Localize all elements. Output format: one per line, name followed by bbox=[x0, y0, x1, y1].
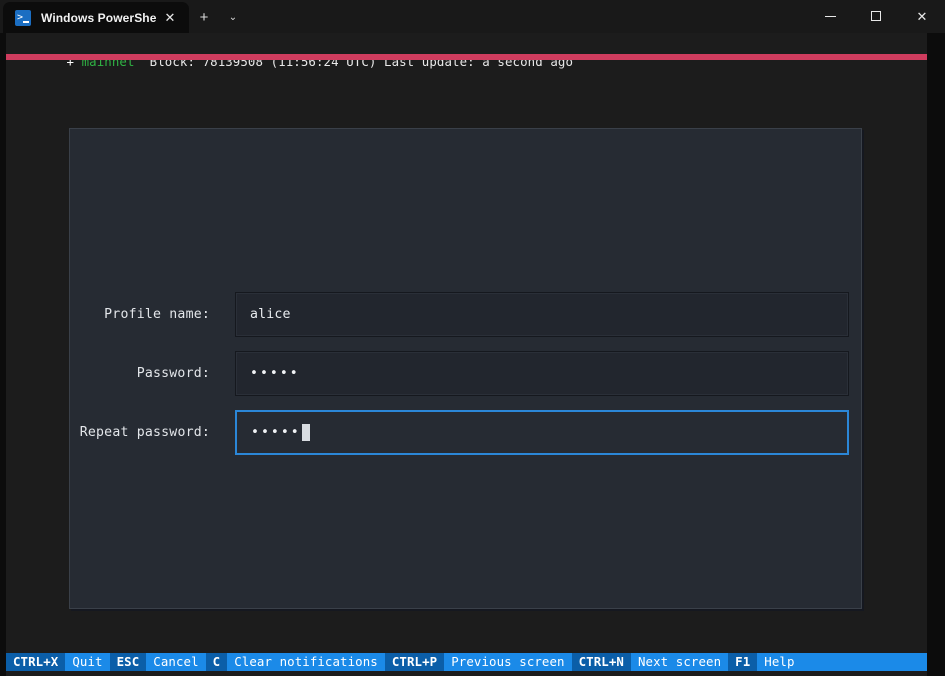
repeat-password-value: ••••• bbox=[251, 425, 301, 440]
field-row: Profile name: alice bbox=[70, 292, 863, 337]
terminal-content: + mainnet Block: 78139508 (11:56:24 UTC)… bbox=[6, 33, 927, 676]
repeat-password-input[interactable]: ••••• bbox=[235, 410, 849, 455]
keybinding-label[interactable]: Help bbox=[757, 653, 802, 671]
field-row: Password: ••••• bbox=[70, 351, 863, 396]
keybinding-label[interactable]: Clear notifications bbox=[227, 653, 385, 671]
terminal-surface[interactable]: + mainnet Block: 78139508 (11:56:24 UTC)… bbox=[0, 33, 945, 676]
keybinding-key[interactable]: CTRL+N bbox=[571, 653, 631, 671]
keybinding-label[interactable]: Next screen bbox=[630, 653, 729, 671]
keybinding-key[interactable]: CTRL+X bbox=[6, 653, 66, 671]
keybinding-key[interactable]: C bbox=[205, 653, 228, 671]
powershell-icon bbox=[15, 9, 31, 26]
text-cursor bbox=[301, 424, 310, 441]
window-titlebar: Windows PowerShell ✕ + ⌄ ✕ bbox=[0, 0, 945, 33]
password-input[interactable]: ••••• bbox=[235, 351, 849, 396]
app-root: Windows PowerShell ✕ + ⌄ ✕ + mainnet Blo… bbox=[0, 0, 945, 676]
form-panel: Profile name: alice Password: ••••• Repe… bbox=[69, 128, 862, 609]
keybinding-label[interactable]: Cancel bbox=[146, 653, 206, 671]
keybindings-bar: CTRL+X Quit ESC Cancel C Clear notifications C… bbox=[6, 653, 927, 671]
profile-name-value: alice bbox=[250, 307, 291, 322]
repeat-password-label: Repeat password: bbox=[79, 425, 210, 440]
chevron-down-icon[interactable]: ⌄ bbox=[219, 2, 247, 33]
window-controls: ✕ bbox=[807, 0, 945, 33]
status-line: + mainnet Block: 78139508 (11:56:24 UTC)… bbox=[6, 35, 927, 69]
close-tab-icon[interactable]: ✕ bbox=[157, 6, 183, 30]
close-window-button[interactable]: ✕ bbox=[899, 0, 945, 32]
field-row: Repeat password: ••••• bbox=[70, 410, 863, 455]
profile-name-label: Profile name: bbox=[104, 307, 210, 322]
accent-bar bbox=[6, 54, 927, 60]
keybinding-label[interactable]: Previous screen bbox=[444, 653, 572, 671]
terminal-tab[interactable]: Windows PowerShell ✕ bbox=[3, 2, 189, 33]
close-icon: ✕ bbox=[916, 8, 928, 24]
new-tab-button[interactable]: + bbox=[189, 2, 219, 33]
tab-strip: Windows PowerShell ✕ + ⌄ bbox=[0, 0, 807, 33]
keybinding-key[interactable]: CTRL+P bbox=[384, 653, 445, 671]
password-label: Password: bbox=[136, 366, 210, 381]
keybinding-key[interactable]: ESC bbox=[109, 653, 147, 671]
profile-name-input[interactable]: alice bbox=[235, 292, 849, 337]
tab-title: Windows PowerShell bbox=[41, 10, 157, 25]
keybindings-filler bbox=[801, 653, 927, 671]
password-value: ••••• bbox=[250, 366, 300, 381]
keybinding-label[interactable]: Quit bbox=[65, 653, 110, 671]
keybinding-key[interactable]: F1 bbox=[728, 653, 758, 671]
maximize-button[interactable] bbox=[853, 0, 899, 32]
minimize-button[interactable] bbox=[807, 0, 853, 32]
